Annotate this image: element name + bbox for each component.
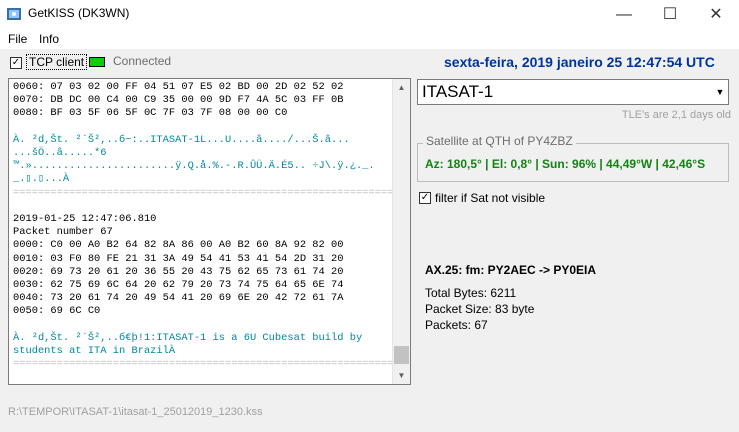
total-bytes: Total Bytes: 6211 [425,286,517,300]
menu-info[interactable]: Info [39,29,59,49]
satellite-select[interactable]: ITASAT-1 ▼ [417,79,729,105]
log-line: _.▯.▯...À [13,173,70,186]
menu-bar [0,29,739,49]
utc-clock: sexta-feira, 2019 janeiro 25 12:47:54 UT… [444,54,715,70]
log-line: ...šÖ..â.....*6 [13,147,107,160]
scroll-up-arrow-icon[interactable]: ▲ [393,79,410,96]
connection-status: Connected [113,54,172,68]
log-line: 0070: DB DC 00 C4 00 C9 35 00 00 9D F7 4… [13,94,344,107]
log-line: 0060: 07 03 02 00 FF 04 51 07 E5 02 BD 0… [13,81,344,93]
log-line: 0030: 62 75 69 6C 64 20 62 79 20 73 74 7… [13,279,344,292]
log-line: 0010: 03 F0 80 FE 21 31 3A 49 54 41 53 4… [13,252,344,265]
scroll-thumb[interactable] [394,346,409,364]
ax25-header: AX.25: fm: PY2AEC -> PY0EIA [425,263,597,277]
qth-values: Az: 180,5° | El: 0,8° | Sun: 96% | 44,49… [425,157,706,171]
log-line: À. ²d,Št. ²`Š²,..б€þ!1:ITASAT-1 is a 6U … [13,331,363,344]
status-path: R:\TEMPOR\ITASAT-1\itasat-1_25012019_123… [8,406,263,418]
log-line: students at ITA in BrazilÀ [13,345,176,358]
log-line: ========================================… [13,186,411,199]
log-line: ========================================… [13,358,411,371]
log-line: Packet number 67 [13,226,113,239]
menu-file[interactable]: File [8,29,27,49]
log-line: 0000: C0 00 A0 B2 64 82 8A 86 00 A0 B2 6… [13,239,344,252]
log-line: ™.».......................ÿ.Q.å.%.-.R.ÛÜ… [13,160,375,173]
log-line: À. ²d,Št. ²`Š²,..б~:..ITASAT-1L...U....â… [13,133,350,146]
tle-age: TLE's are 2,1 days old [621,109,731,121]
log-line: 0050: 69 6C C0 [13,305,101,318]
packet-log[interactable]: 0060: 07 03 02 00 FF 04 51 07 E5 02 BD 0… [8,78,411,385]
packet-count: Packets: 67 [425,318,488,332]
connection-led-icon [89,57,105,67]
close-button[interactable]: ✕ [693,0,739,29]
log-line: 0020: 69 73 20 61 20 36 55 20 43 75 62 6… [13,265,344,278]
packet-log-text: 0060: 07 03 02 00 FF 04 51 07 E5 02 BD 0… [13,81,411,371]
packet-size: Packet Size: 83 byte [425,302,535,316]
filter-checkbox[interactable]: ✓ [419,192,431,204]
maximize-button[interactable]: ☐ [647,0,693,29]
log-line: 0080: BF 03 5F 06 5F 0C 7F 03 7F 08 00 0… [13,107,288,120]
satellite-select-value: ITASAT-1 [422,82,494,101]
qth-title: Satellite at QTH of PY4ZBZ [423,134,576,148]
minimize-button[interactable]: — [601,0,647,29]
window-title: GetKISS (DK3WN) [28,6,130,20]
tcp-client-checkbox[interactable]: ✓ [10,57,22,69]
chevron-down-icon[interactable]: ▼ [711,80,728,104]
scroll-down-arrow-icon[interactable]: ▼ [393,367,410,384]
log-scrollbar[interactable]: ▲ ▼ [392,79,410,384]
log-line: 0040: 73 20 61 74 20 49 54 41 20 69 6E 2… [13,292,344,305]
log-line: 2019-01-25 12:47:06.810 [13,213,157,226]
tcp-client-label[interactable]: TCP client [26,54,88,70]
filter-label[interactable]: filter if Sat not visible [435,191,545,205]
satellite-app-icon [7,8,21,20]
